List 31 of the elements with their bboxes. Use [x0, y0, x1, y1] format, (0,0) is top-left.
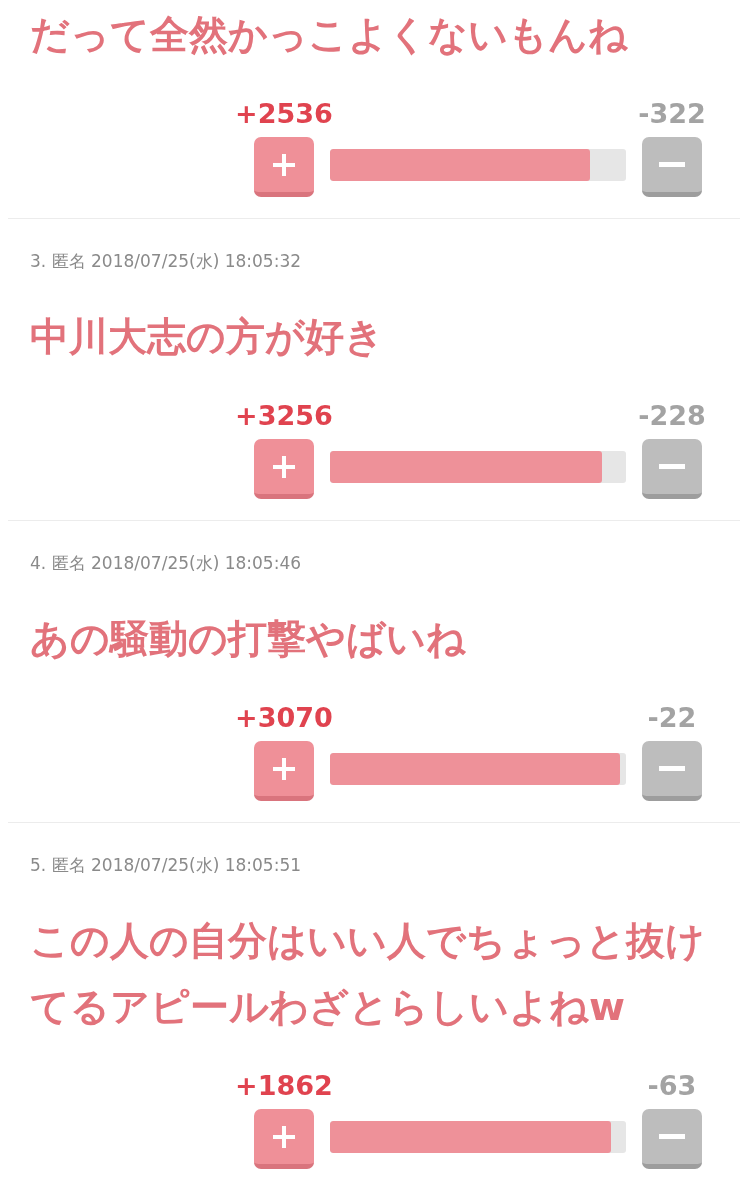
- upvote-count: +2536: [235, 99, 333, 129]
- comment-text: 中川大志の方が好き: [30, 313, 385, 361]
- plus-icon: [272, 1124, 296, 1149]
- comment-meta: 4. 匿名 2018/07/25(水) 18:05:46: [30, 552, 303, 575]
- upvote-button[interactable]: [254, 439, 314, 499]
- comment-text: だって全然かっこよくないもんね: [30, 11, 629, 59]
- downvote-button[interactable]: [642, 137, 702, 197]
- plus-icon: [272, 756, 296, 781]
- downvote-count: -63: [647, 1071, 697, 1101]
- comment-text: あの騒動の打撃やばいね: [30, 615, 467, 663]
- downvote-count: -322: [638, 99, 706, 129]
- minus-icon: [659, 1134, 685, 1139]
- upvote-count: +1862: [235, 1071, 333, 1101]
- downvote-count: -228: [638, 401, 706, 431]
- plus-icon: [272, 152, 296, 177]
- downvote-button[interactable]: [642, 439, 702, 499]
- downvote-button[interactable]: [642, 1109, 702, 1169]
- comment-text: この人の自分はいい人でちょっと抜けてるアピールわざとらしいよねw: [30, 917, 706, 1031]
- comment-meta: 3. 匿名 2018/07/25(水) 18:05:32: [30, 250, 303, 273]
- minus-icon: [659, 464, 685, 469]
- minus-icon: [659, 162, 685, 167]
- comment-meta: 5. 匿名 2018/07/25(水) 18:05:51: [30, 854, 303, 877]
- downvote-count: -22: [647, 703, 697, 733]
- upvote-count: +3256: [235, 401, 333, 431]
- plus-icon: [272, 454, 296, 479]
- upvote-button[interactable]: [254, 137, 314, 197]
- upvote-button[interactable]: [254, 741, 314, 801]
- upvote-count: +3070: [235, 703, 333, 733]
- downvote-button[interactable]: [642, 741, 702, 801]
- upvote-button[interactable]: [254, 1109, 314, 1169]
- minus-icon: [659, 766, 685, 771]
